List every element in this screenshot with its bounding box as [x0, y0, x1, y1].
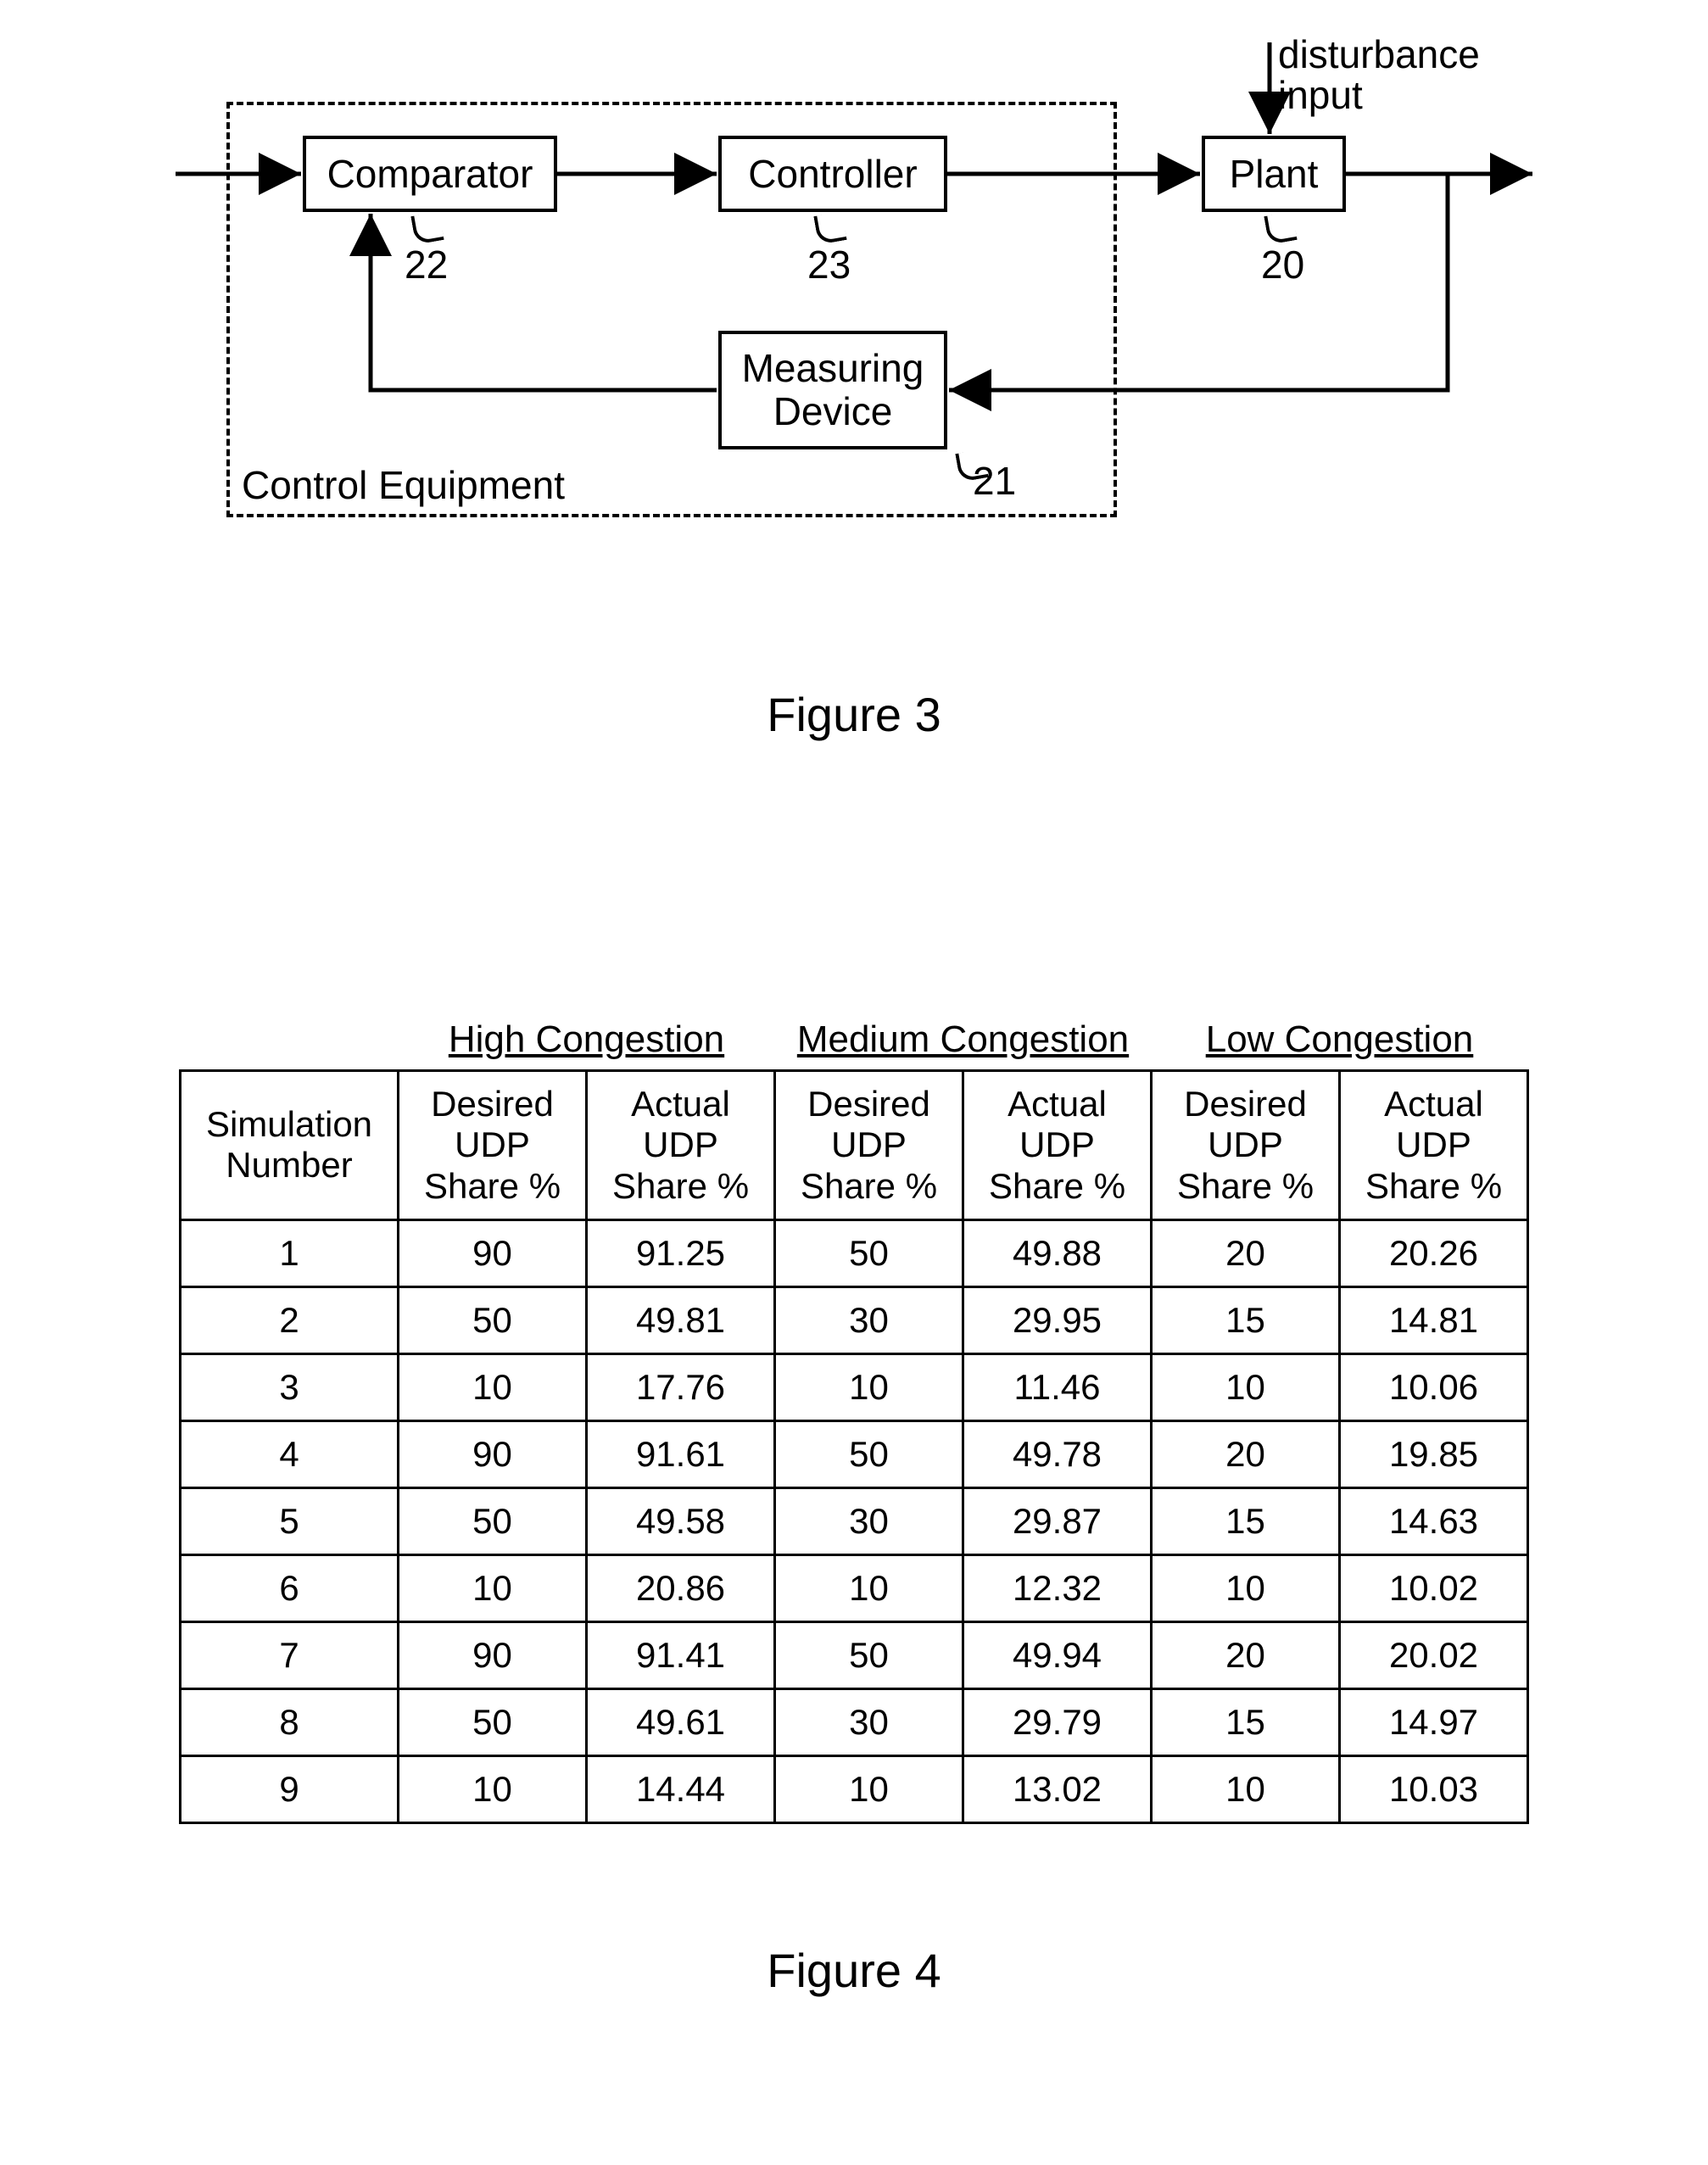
table-cell: 49.88 [963, 1219, 1152, 1286]
col-low-desired: Desired UDP Share % [1152, 1071, 1340, 1220]
table-cell: 10 [1152, 1755, 1340, 1822]
table-cell: 10 [775, 1554, 963, 1621]
table-cell: 91.25 [587, 1219, 775, 1286]
table-row: 61020.861012.321010.02 [181, 1554, 1528, 1621]
col-medium-actual: Actual UDP Share % [963, 1071, 1152, 1220]
col-simulation-number: Simulation Number [181, 1071, 399, 1220]
figure-3-caption: Figure 3 [102, 687, 1606, 742]
table-cell: 90 [399, 1219, 587, 1286]
table-cell: 20.86 [587, 1554, 775, 1621]
table-cell: 12.32 [963, 1554, 1152, 1621]
table-cell: 7 [181, 1621, 399, 1688]
table-cell: 10 [399, 1554, 587, 1621]
table-cell: 14.44 [587, 1755, 775, 1822]
table-group-header-row: High Congestion Medium Congestion Low Co… [181, 1013, 1528, 1071]
table-row: 79091.415049.942020.02 [181, 1621, 1528, 1688]
table-cell: 29.79 [963, 1688, 1152, 1755]
table-cell: 15 [1152, 1286, 1340, 1353]
table-cell: 15 [1152, 1487, 1340, 1554]
table-cell: 3 [181, 1353, 399, 1420]
diagram-arrows [176, 34, 1532, 585]
table-cell: 14.63 [1340, 1487, 1528, 1554]
table-cell: 6 [181, 1554, 399, 1621]
arrow-output-to-measuring [949, 174, 1448, 390]
table-cell: 30 [775, 1487, 963, 1554]
col-high-actual: Actual UDP Share % [587, 1071, 775, 1220]
table-column-header-row: Simulation Number Desired UDP Share % Ac… [181, 1071, 1528, 1220]
table-cell: 20.02 [1340, 1621, 1528, 1688]
table-cell: 20 [1152, 1621, 1340, 1688]
table-row: 31017.761011.461010.06 [181, 1353, 1528, 1420]
table-cell: 10 [775, 1353, 963, 1420]
table-cell: 29.87 [963, 1487, 1152, 1554]
table-cell: 13.02 [963, 1755, 1152, 1822]
table-cell: 10.06 [1340, 1353, 1528, 1420]
arrow-measuring-to-comparator [371, 214, 717, 390]
table-cell: 11.46 [963, 1353, 1152, 1420]
table-cell: 19.85 [1340, 1420, 1528, 1487]
table-cell: 49.61 [587, 1688, 775, 1755]
table-cell: 49.81 [587, 1286, 775, 1353]
table-cell: 50 [775, 1420, 963, 1487]
table-cell: 50 [399, 1487, 587, 1554]
figure-3-diagram: Comparator Controller Plant Measuring De… [176, 34, 1532, 585]
table-cell: 30 [775, 1688, 963, 1755]
table-cell: 10 [775, 1755, 963, 1822]
table-cell: 10 [399, 1755, 587, 1822]
table-cell: 50 [775, 1219, 963, 1286]
figure-4-table-area: High Congestion Medium Congestion Low Co… [102, 1013, 1606, 1824]
table-cell: 20.26 [1340, 1219, 1528, 1286]
table-row: 91014.441013.021010.03 [181, 1755, 1528, 1822]
table-cell: 1 [181, 1219, 399, 1286]
table-row: 85049.613029.791514.97 [181, 1688, 1528, 1755]
table-cell: 5 [181, 1487, 399, 1554]
table-cell: 10 [399, 1353, 587, 1420]
table-row: 19091.255049.882020.26 [181, 1219, 1528, 1286]
table-cell: 15 [1152, 1688, 1340, 1755]
table-cell: 90 [399, 1621, 587, 1688]
table-cell: 91.61 [587, 1420, 775, 1487]
table-cell: 49.58 [587, 1487, 775, 1554]
table-row: 49091.615049.782019.85 [181, 1420, 1528, 1487]
table-cell: 50 [399, 1688, 587, 1755]
table-cell: 29.95 [963, 1286, 1152, 1353]
col-low-actual: Actual UDP Share % [1340, 1071, 1528, 1220]
table-cell: 50 [399, 1286, 587, 1353]
table-cell: 10.03 [1340, 1755, 1528, 1822]
table-cell: 10.02 [1340, 1554, 1528, 1621]
table-row: 25049.813029.951514.81 [181, 1286, 1528, 1353]
table-cell: 2 [181, 1286, 399, 1353]
col-high-desired: Desired UDP Share % [399, 1071, 587, 1220]
table-cell: 91.41 [587, 1621, 775, 1688]
table-cell: 90 [399, 1420, 587, 1487]
table-cell: 14.81 [1340, 1286, 1528, 1353]
table-cell: 10 [1152, 1554, 1340, 1621]
table-cell: 49.94 [963, 1621, 1152, 1688]
table-cell: 20 [1152, 1420, 1340, 1487]
table-cell: 17.76 [587, 1353, 775, 1420]
table-cell: 4 [181, 1420, 399, 1487]
col-medium-desired: Desired UDP Share % [775, 1071, 963, 1220]
table-cell: 30 [775, 1286, 963, 1353]
table-cell: 14.97 [1340, 1688, 1528, 1755]
group-header-low: Low Congestion [1152, 1013, 1528, 1071]
table-cell: 10 [1152, 1353, 1340, 1420]
table-row: 55049.583029.871514.63 [181, 1487, 1528, 1554]
table-cell: 8 [181, 1688, 399, 1755]
group-header-blank [181, 1013, 399, 1071]
congestion-table: High Congestion Medium Congestion Low Co… [179, 1013, 1529, 1824]
group-header-high: High Congestion [399, 1013, 775, 1071]
table-cell: 20 [1152, 1219, 1340, 1286]
figure-4-caption: Figure 4 [102, 1943, 1606, 1998]
group-header-medium: Medium Congestion [775, 1013, 1152, 1071]
table-cell: 50 [775, 1621, 963, 1688]
table-cell: 9 [181, 1755, 399, 1822]
table-cell: 49.78 [963, 1420, 1152, 1487]
page: Comparator Controller Plant Measuring De… [0, 0, 1708, 2165]
